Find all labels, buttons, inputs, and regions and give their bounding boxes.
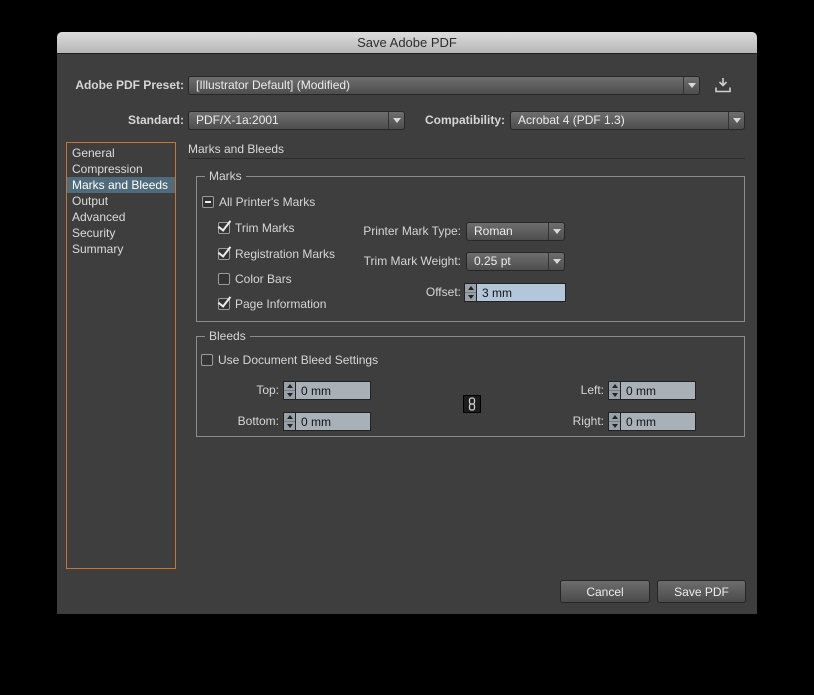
bottom-bleed-input[interactable]	[295, 412, 371, 431]
chevron-down-icon	[728, 112, 744, 129]
bottom-bleed-stepper[interactable]	[283, 412, 295, 431]
sidebar-item-marks-and-bleeds[interactable]: Marks and Bleeds	[67, 177, 175, 193]
trim-mark-weight-label: Trim Mark Weight:	[363, 254, 461, 268]
top-bleed-input[interactable]	[295, 381, 371, 400]
bleeds-group-title: Bleeds	[205, 329, 250, 343]
color-bars-label[interactable]: Color Bars	[235, 270, 292, 289]
chevron-down-icon	[388, 112, 404, 129]
settings-category-list: General Compression Marks and Bleeds Out…	[66, 142, 176, 569]
printer-mark-type-value: Roman	[474, 224, 513, 238]
sidebar-item-label: Advanced	[72, 210, 126, 224]
save-preset-icon[interactable]	[712, 76, 734, 95]
right-bleed-label: Right:	[572, 414, 604, 428]
chevron-down-icon	[548, 253, 564, 270]
sidebar-item-summary[interactable]: Summary	[67, 241, 175, 257]
right-bleed-input[interactable]	[620, 412, 696, 431]
bottom-bleed-label: Bottom:	[237, 414, 279, 428]
compatibility-value: Acrobat 4 (PDF 1.3)	[518, 113, 625, 127]
marks-group-title: Marks	[205, 169, 246, 183]
use-document-bleed-label[interactable]: Use Document Bleed Settings	[218, 351, 378, 370]
color-bars-checkbox[interactable]	[218, 273, 230, 285]
trim-marks-label[interactable]: Trim Marks	[235, 219, 295, 238]
dialog-titlebar: Save Adobe PDF	[57, 32, 757, 54]
save-pdf-button[interactable]: Save PDF	[657, 580, 746, 603]
offset-input[interactable]	[476, 283, 566, 302]
link-bleeds-toggle[interactable]	[463, 395, 481, 413]
top-bleed-stepper[interactable]	[283, 381, 295, 400]
printer-mark-type-label: Printer Mark Type:	[363, 224, 461, 238]
preset-label: Adobe PDF Preset:	[75, 78, 184, 92]
stepper-up-icon[interactable]	[284, 382, 295, 391]
chevron-down-icon	[683, 77, 699, 94]
left-bleed-label: Left:	[580, 383, 604, 397]
use-document-bleed-checkbox[interactable]	[201, 354, 213, 366]
compatibility-label: Compatibility:	[425, 113, 505, 127]
stepper-down-icon[interactable]	[609, 422, 620, 430]
sidebar-item-label: Output	[72, 194, 109, 208]
stepper-up-icon[interactable]	[284, 413, 295, 422]
stepper-down-icon[interactable]	[465, 293, 476, 301]
right-bleed-stepper[interactable]	[608, 412, 620, 431]
all-printers-marks-checkbox[interactable]	[202, 196, 214, 208]
chevron-down-icon	[548, 223, 564, 240]
stepper-up-icon[interactable]	[609, 413, 620, 422]
dialog-title: Save Adobe PDF	[357, 35, 457, 50]
standard-value: PDF/X-1a:2001	[196, 113, 279, 127]
preset-value: [Illustrator Default] (Modified)	[196, 78, 351, 92]
title-divider	[188, 158, 745, 159]
bleeds-group: Bleeds Use Document Bleed Settings Top: …	[196, 329, 745, 437]
sidebar-item-label: General	[72, 146, 115, 160]
top-bleed-label: Top:	[256, 383, 279, 397]
standard-label: Standard:	[127, 113, 184, 127]
save-pdf-button-label: Save PDF	[674, 584, 729, 599]
standard-dropdown[interactable]: PDF/X-1a:2001	[188, 111, 405, 130]
sidebar-item-compression[interactable]: Compression	[67, 161, 175, 177]
marks-group: Marks All Printer's Marks Trim Marks Reg…	[196, 169, 745, 322]
sidebar-item-label: Summary	[72, 242, 124, 256]
sidebar-item-advanced[interactable]: Advanced	[67, 209, 175, 225]
page-information-checkbox[interactable]	[218, 298, 230, 310]
left-bleed-stepper[interactable]	[608, 381, 620, 400]
sidebar-item-label: Marks and Bleeds	[72, 178, 169, 192]
compatibility-dropdown[interactable]: Acrobat 4 (PDF 1.3)	[510, 111, 745, 130]
registration-marks-checkbox[interactable]	[218, 248, 230, 260]
offset-label: Offset:	[425, 285, 461, 299]
sidebar-item-label: Security	[72, 226, 116, 240]
stepper-down-icon[interactable]	[284, 391, 295, 399]
sidebar-item-security[interactable]: Security	[67, 225, 175, 241]
trim-mark-weight-value: 0.25 pt	[474, 254, 511, 268]
preset-dropdown[interactable]: [Illustrator Default] (Modified)	[188, 76, 700, 95]
sidebar-item-output[interactable]: Output	[67, 193, 175, 209]
offset-stepper[interactable]	[464, 283, 476, 302]
link-icon	[468, 397, 476, 411]
stepper-up-icon[interactable]	[609, 382, 620, 391]
stepper-up-icon[interactable]	[465, 284, 476, 293]
stepper-down-icon[interactable]	[609, 391, 620, 399]
printer-mark-type-dropdown[interactable]: Roman	[466, 222, 565, 241]
cancel-button-label: Cancel	[586, 584, 624, 599]
trim-mark-weight-dropdown[interactable]: 0.25 pt	[466, 252, 565, 271]
sidebar-item-general[interactable]: General	[67, 145, 175, 161]
sidebar-item-label: Compression	[72, 162, 143, 176]
stepper-down-icon[interactable]	[284, 422, 295, 430]
save-adobe-pdf-dialog: Save Adobe PDF Adobe PDF Preset: [Illust…	[57, 32, 757, 614]
left-bleed-input[interactable]	[620, 381, 696, 400]
page-title: Marks and Bleeds	[188, 142, 285, 156]
page-information-label[interactable]: Page Information	[235, 295, 326, 314]
cancel-button[interactable]: Cancel	[560, 580, 650, 603]
all-printers-marks-label[interactable]: All Printer's Marks	[219, 193, 315, 212]
trim-marks-checkbox[interactable]	[218, 222, 230, 234]
